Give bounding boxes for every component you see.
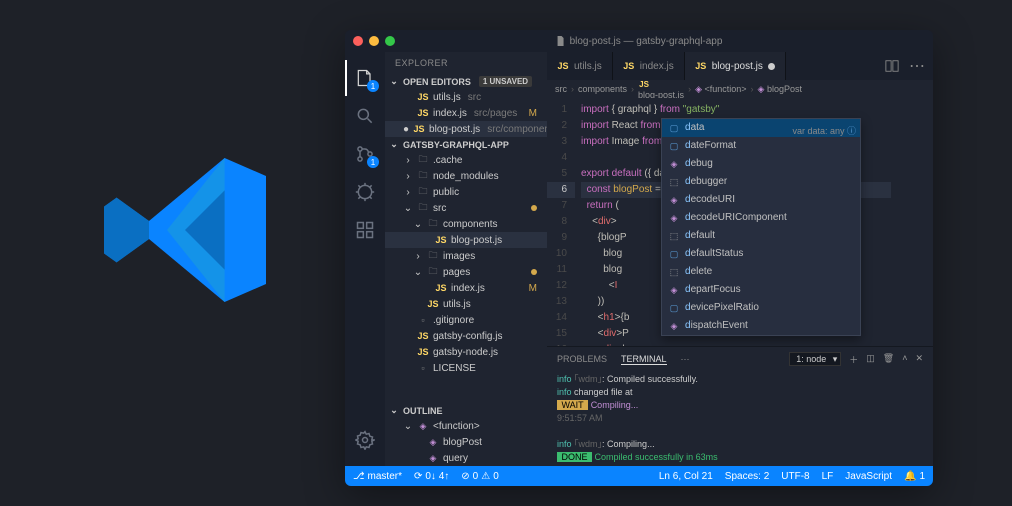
editor-tab[interactable]: JSblog-post.js [685, 52, 786, 80]
terminal-tab[interactable]: TERMINAL [621, 354, 667, 365]
breadcrumb[interactable]: src›components›JS blog-post.js›◈ <functi… [547, 80, 933, 98]
eol[interactable]: LF [822, 471, 834, 482]
chevron-down-icon: ⌄ [389, 405, 399, 416]
intellisense-item[interactable]: ⬚default [662, 227, 860, 245]
close-panel-icon[interactable]: ✕ [915, 353, 923, 366]
explorer-icon[interactable]: 1 [345, 60, 385, 96]
file-tree-item[interactable]: ›🗀public [385, 184, 547, 200]
explorer-badge: 1 [367, 80, 379, 92]
titlebar: blog-post.js — gatsby-graphql-app [345, 30, 933, 52]
file-tree-item[interactable]: JSblog-post.js [385, 232, 547, 248]
editor-tab[interactable]: JSutils.js [547, 52, 613, 80]
outline-item[interactable]: ◈query [385, 450, 547, 466]
file-tree-item[interactable]: ▫.gitignore [385, 312, 547, 328]
close-window-icon[interactable] [353, 36, 363, 46]
minimap[interactable] [891, 98, 933, 346]
file-tree-item[interactable]: ⌄🗀pages [385, 264, 547, 280]
open-editor-item[interactable]: JSutils.jssrc [385, 89, 547, 105]
minimize-window-icon[interactable] [369, 36, 379, 46]
workspace-header[interactable]: ⌄ GATSBY-GRAPHQL-APP [385, 137, 547, 152]
open-editor-item[interactable]: ●JSblog-post.jssrc/components [385, 121, 547, 137]
file-tree-item[interactable]: ›🗀images [385, 248, 547, 264]
file-tree-item[interactable]: JSindex.jsM [385, 280, 547, 296]
terminal-output[interactable]: info ｢wdm｣: Compiled successfully.info c… [547, 371, 933, 466]
intellisense-detail: var data: any ⓘ [792, 123, 856, 139]
intellisense-item[interactable]: ▢defaultStatus [662, 245, 860, 263]
problems-status[interactable]: ⊘ 0 ⚠ 0 [461, 471, 498, 482]
split-terminal-icon[interactable]: ◫ [866, 353, 875, 366]
outline-item[interactable]: ◈blogPost [385, 434, 547, 450]
file-tree-item[interactable]: ›🗀.cache [385, 152, 547, 168]
breadcrumb-item[interactable]: ◈ <function> [695, 84, 746, 95]
cursor-position[interactable]: Ln 6, Col 21 [659, 471, 713, 482]
intellisense-item[interactable]: ◈dispatchEvent [662, 317, 860, 335]
bottom-panel: PROBLEMS TERMINAL ⋯ 1: node ▾ ＋ ◫ 🗑 ˄ ✕ [547, 346, 933, 466]
intellisense-item[interactable]: ◈debug [662, 155, 860, 173]
file-tree-item[interactable]: JSutils.js [385, 296, 547, 312]
file-tree-item[interactable]: ⌄🗀components [385, 216, 547, 232]
split-editor-icon[interactable] [885, 59, 899, 73]
unsaved-badge: 1 UNSAVED [479, 76, 532, 87]
file-tree-item[interactable]: JSgatsby-config.js [385, 328, 547, 344]
intellisense-item[interactable]: ◈decodeURI [662, 191, 860, 209]
intellisense-item[interactable]: ◈decodeURIComponent [662, 209, 860, 227]
intellisense-item[interactable]: ◈departFocus [662, 281, 860, 299]
encoding[interactable]: UTF-8 [781, 471, 809, 482]
sidebar: EXPLORER ⌄ OPEN EDITORS 1 UNSAVED JSutil… [385, 52, 547, 466]
notifications-icon[interactable]: 🔔 1 [904, 471, 925, 482]
code-editor[interactable]: 1234567891011121314151617181920 import {… [547, 98, 933, 346]
more-icon[interactable]: ⋯ [909, 56, 925, 76]
panel-more-icon[interactable]: ⋯ [681, 354, 690, 365]
chevron-down-icon: ⌄ [389, 76, 399, 87]
indentation[interactable]: Spaces: 2 [725, 471, 769, 482]
window-title: blog-post.js — gatsby-graphql-app [556, 36, 723, 47]
editor-window: blog-post.js — gatsby-graphql-app 1 1 [345, 30, 933, 486]
problems-tab[interactable]: PROBLEMS [557, 354, 607, 364]
editor-area: JSutils.jsJSindex.jsJSblog-post.js ⋯ src… [547, 52, 933, 466]
intellisense-item[interactable]: ▢dateFormat [662, 137, 860, 155]
scm-badge: 1 [367, 156, 379, 168]
breadcrumb-item[interactable]: components [578, 84, 627, 94]
file-tree-item[interactable]: ▫LICENSE [385, 360, 547, 376]
kill-terminal-icon[interactable]: 🗑 [883, 353, 894, 366]
maximize-panel-icon[interactable]: ˄ [902, 353, 907, 366]
sidebar-title: EXPLORER [385, 52, 547, 74]
outline-header[interactable]: ⌄ OUTLINE [385, 403, 547, 418]
tab-bar: JSutils.jsJSindex.jsJSblog-post.js ⋯ [547, 52, 933, 80]
file-icon [556, 36, 566, 46]
intellisense-item[interactable]: ⬚debugger [662, 173, 860, 191]
intellisense-item[interactable]: ▢devicePixelRatio [662, 299, 860, 317]
status-bar: ⎇ master* ⟳ 0↓ 4↑ ⊘ 0 ⚠ 0 Ln 6, Col 21 S… [345, 466, 933, 486]
sync-status[interactable]: ⟳ 0↓ 4↑ [414, 471, 449, 482]
file-tree-item[interactable]: ›🗀node_modules [385, 168, 547, 184]
open-editors-header[interactable]: ⌄ OPEN EDITORS 1 UNSAVED [385, 74, 547, 89]
activity-bar: 1 1 [345, 52, 385, 466]
file-tree-item[interactable]: ⌄🗀src [385, 200, 547, 216]
vscode-logo [95, 140, 275, 320]
intellisense-item[interactable]: ⬚delete [662, 263, 860, 281]
new-terminal-icon[interactable]: ＋ [849, 353, 858, 366]
editor-tab[interactable]: JSindex.js [613, 52, 685, 80]
intellisense-popup[interactable]: var data: any ⓘ ▢data▢dateFormat◈debug⬚d… [661, 118, 861, 336]
open-editor-item[interactable]: JSindex.jssrc/pagesM [385, 105, 547, 121]
source-control-icon[interactable]: 1 [345, 136, 385, 172]
extensions-icon[interactable] [345, 212, 385, 248]
chevron-down-icon: ⌄ [389, 139, 399, 150]
language-mode[interactable]: JavaScript [845, 471, 892, 482]
breadcrumb-item[interactable]: JS blog-post.js [638, 78, 684, 100]
maximize-window-icon[interactable] [385, 36, 395, 46]
search-icon[interactable] [345, 98, 385, 134]
branch-status[interactable]: ⎇ master* [353, 471, 402, 482]
settings-icon[interactable] [345, 422, 385, 458]
terminal-select[interactable]: 1: node ▾ [789, 352, 841, 366]
debug-icon[interactable] [345, 174, 385, 210]
breadcrumb-item[interactable]: ◈ blogPost [758, 84, 802, 95]
file-tree-item[interactable]: JSgatsby-node.js [385, 344, 547, 360]
outline-item[interactable]: ⌄◈<function> [385, 418, 547, 434]
breadcrumb-item[interactable]: src [555, 84, 567, 94]
